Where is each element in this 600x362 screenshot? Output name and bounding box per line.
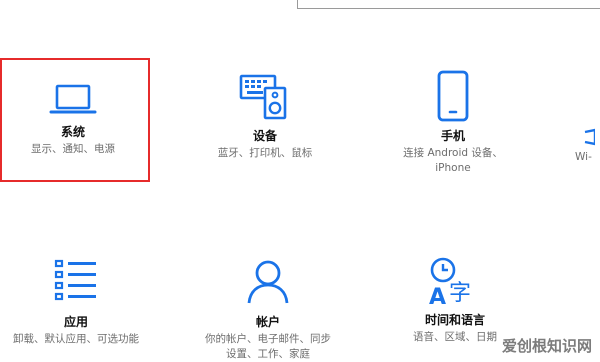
tile-description: 蓝牙、打印机、鼠标	[217, 147, 313, 159]
tile-time-language[interactable]: A 字 时间和语言 语音、区域、日期	[390, 256, 520, 345]
tile-network[interactable]: Wi-	[575, 128, 600, 165]
network-icon	[584, 128, 595, 146]
apps-icon	[54, 259, 96, 301]
tile-description: 显示、通知、电源	[31, 143, 115, 155]
person-icon	[247, 260, 289, 304]
svg-text:字: 字	[449, 281, 471, 306]
tile-title: 帐户	[255, 315, 280, 329]
search-box[interactable]	[297, 0, 600, 9]
svg-text:A: A	[429, 285, 446, 306]
tile-title: 系统	[60, 125, 85, 139]
tile-description: 连接 Android 设备、 iPhone	[403, 147, 503, 174]
tile-title: 设备	[252, 129, 277, 143]
tile-apps[interactable]: 应用 卸载、默认应用、可选功能	[0, 258, 152, 347]
laptop-icon	[49, 84, 97, 114]
tile-title: 手机	[440, 129, 465, 143]
tile-devices[interactable]: 设备 蓝牙、打印机、鼠标	[200, 72, 330, 161]
devices-icon	[239, 74, 287, 120]
watermark-text: 爱创根知识网	[499, 335, 594, 356]
tile-description: 你的帐户、电子邮件、同步 设置、工作、家庭	[205, 333, 331, 360]
tile-title: 时间和语言	[424, 313, 485, 327]
tile-description: Wi-	[575, 151, 592, 163]
time-language-icon: A 字	[429, 257, 471, 306]
tile-description: 卸载、默认应用、可选功能	[13, 333, 139, 345]
tile-phone[interactable]: 手机 连接 Android 设备、 iPhone	[388, 70, 518, 176]
phone-icon	[437, 70, 469, 122]
tile-system[interactable]: 系统 显示、通知、电源	[0, 58, 150, 182]
tile-accounts[interactable]: 帐户 你的帐户、电子邮件、同步 设置、工作、家庭	[198, 258, 338, 362]
tile-title: 应用	[63, 315, 88, 329]
